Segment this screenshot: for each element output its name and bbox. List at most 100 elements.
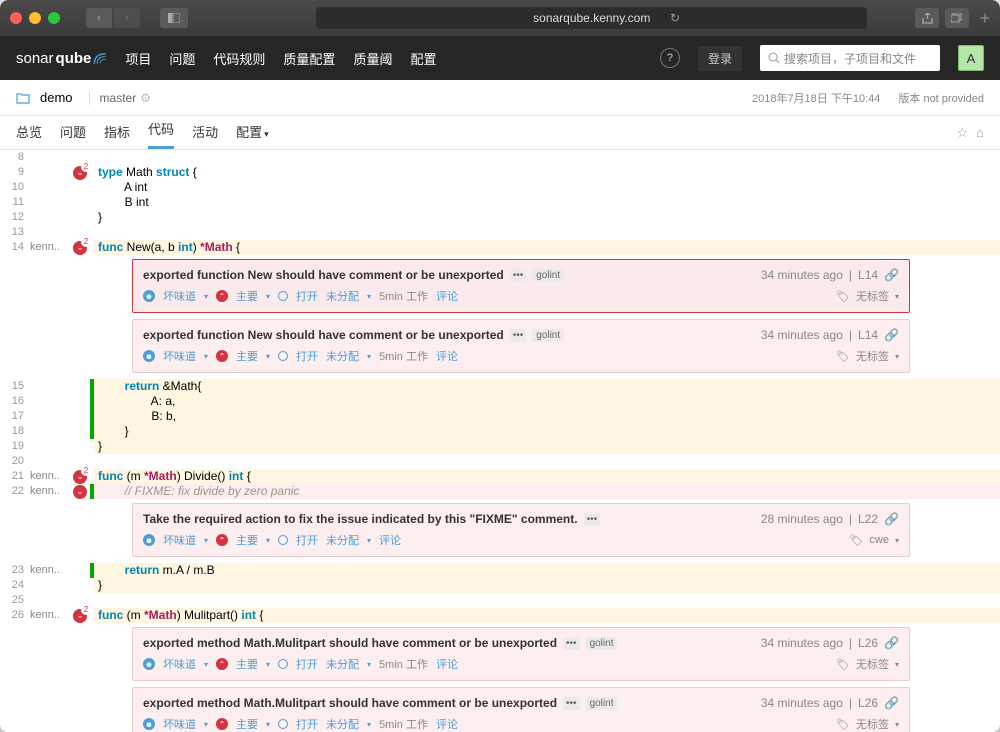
issue-menu-icon[interactable]: •••: [563, 697, 580, 710]
code-smell-icon: ☻: [143, 718, 155, 730]
issue-menu-icon[interactable]: •••: [510, 269, 527, 282]
line-number: 8: [0, 150, 30, 165]
blame-author: kenn..: [30, 469, 70, 484]
tags-icon: 🏷: [849, 534, 863, 547]
url-bar[interactable]: sonarqube.kenny.com ↻: [316, 7, 867, 29]
line-number: 15: [0, 379, 30, 394]
code-line: // FIXME: fix divide by zero panic: [94, 484, 1000, 499]
issue-comments[interactable]: 评论: [436, 288, 458, 304]
nav-forward[interactable]: ›: [114, 8, 140, 28]
issue-assignee[interactable]: 未分配: [326, 288, 359, 304]
nav-issues[interactable]: 问题: [169, 49, 195, 68]
issue-severity[interactable]: 主要: [236, 288, 258, 304]
line-number: 10: [0, 180, 30, 195]
browser-titlebar: ‹ › sonarqube.kenny.com ↻ +: [0, 0, 1000, 36]
issue-rule[interactable]: golint: [586, 697, 618, 710]
url-text: sonarqube.kenny.com: [533, 11, 650, 25]
nav-profiles[interactable]: 质量配置: [283, 49, 335, 68]
issue-menu-icon[interactable]: •••: [584, 513, 601, 526]
line-number: 16: [0, 394, 30, 409]
code-line: }: [94, 424, 1000, 439]
tab-admin[interactable]: 配置▾: [236, 122, 269, 149]
line-number: 23: [0, 563, 30, 578]
nav-gates[interactable]: 质量阈: [353, 49, 392, 68]
window-close[interactable]: [10, 12, 22, 24]
nav-back[interactable]: ‹: [86, 8, 112, 28]
login-button[interactable]: 登录: [698, 46, 742, 71]
tab-activity[interactable]: 活动: [192, 122, 218, 149]
issue-tags[interactable]: 无标签: [856, 288, 889, 304]
branch-settings-icon[interactable]: ⚙: [140, 91, 151, 105]
issue-menu-icon[interactable]: •••: [510, 329, 527, 342]
issue-marker-icon[interactable]: ⌄2: [73, 470, 87, 484]
global-search[interactable]: 搜索项目，子项目和文件: [760, 45, 940, 71]
issue-rule[interactable]: golint: [532, 269, 564, 282]
app-topnav: sonarqube 项目 问题 代码规则 质量配置 质量阈 配置 ? 登录 搜索…: [0, 36, 1000, 80]
search-placeholder: 搜索项目，子项目和文件: [784, 50, 916, 67]
permalink-icon[interactable]: 🔗: [884, 512, 899, 526]
share-icon[interactable]: [915, 8, 939, 28]
issue-title: exported method Math.Mulitpart should ha…: [143, 636, 557, 650]
nav-projects[interactable]: 项目: [125, 49, 151, 68]
permalink-icon[interactable]: 🔗: [884, 328, 899, 342]
project-name[interactable]: demo: [40, 90, 73, 105]
permalink-icon[interactable]: 🔗: [884, 636, 899, 650]
issue-block[interactable]: exported method Math.Mulitpart should ha…: [132, 627, 910, 681]
nav-rules[interactable]: 代码规则: [213, 49, 265, 68]
tab-overview-icon[interactable]: [160, 8, 188, 28]
issue-marker-icon[interactable]: ⌄2: [73, 241, 87, 255]
tags-icon: 🏷: [836, 290, 850, 303]
project-tabs: 总览 问题 指标 代码 活动 配置▾ ☆ ⌂: [0, 116, 1000, 150]
issue-block[interactable]: exported function New should have commen…: [132, 319, 910, 373]
new-tab[interactable]: +: [979, 8, 990, 29]
issue-status[interactable]: 打开: [296, 288, 318, 304]
code-line: [94, 454, 1000, 469]
code-line: func (m *Math) Divide() int {: [94, 469, 1000, 484]
line-number: 24: [0, 578, 30, 593]
issue-marker-icon[interactable]: ⌄2: [73, 609, 87, 623]
help-icon[interactable]: ?: [660, 48, 680, 68]
issue-type[interactable]: 坏味道: [163, 288, 196, 304]
user-avatar[interactable]: A: [958, 45, 984, 71]
code-line: }: [94, 439, 1000, 454]
blame-author: kenn..: [30, 608, 70, 623]
blame-author: kenn..: [30, 240, 70, 255]
issue-block[interactable]: Take the required action to fix the issu…: [132, 503, 910, 557]
project-bar: demo master ⚙ 2018年7月18日 下午10:44 版本 not …: [0, 80, 1000, 116]
issue-block[interactable]: exported function New should have commen…: [132, 259, 910, 313]
code-smell-icon: ☻: [143, 350, 155, 362]
issue-block[interactable]: exported method Math.Mulitpart should ha…: [132, 687, 910, 732]
code-line: }: [94, 578, 1000, 593]
window-minimize[interactable]: [29, 12, 41, 24]
issue-title: Take the required action to fix the issu…: [143, 512, 578, 526]
issue-rule[interactable]: golint: [532, 329, 564, 342]
issue-marker-icon[interactable]: ⌄2: [73, 166, 87, 180]
tab-code[interactable]: 代码: [148, 119, 174, 149]
window-maximize[interactable]: [48, 12, 60, 24]
tabs-icon[interactable]: [945, 8, 969, 28]
favorite-icon[interactable]: ☆: [956, 125, 968, 141]
tab-measures[interactable]: 指标: [104, 122, 130, 149]
line-number: 9: [0, 165, 30, 180]
tab-overview[interactable]: 总览: [16, 122, 42, 149]
line-number: 25: [0, 593, 30, 608]
version-label: 版本 not provided: [898, 90, 984, 106]
code-line: [94, 593, 1000, 608]
nav-admin[interactable]: 配置: [410, 49, 436, 68]
issue-title: exported method Math.Mulitpart should ha…: [143, 696, 557, 710]
issue-menu-icon[interactable]: •••: [563, 637, 580, 650]
issue-rule[interactable]: golint: [586, 637, 618, 650]
line-number: 20: [0, 454, 30, 469]
logo[interactable]: sonarqube: [16, 50, 107, 67]
severity-icon: ⌃: [216, 718, 228, 730]
code-line: func New(a, b int) *Math {: [94, 240, 1000, 255]
permalink-icon[interactable]: 🔗: [884, 268, 899, 282]
issue-marker-icon[interactable]: ⌄: [73, 485, 87, 499]
issue-title: exported function New should have commen…: [143, 328, 504, 342]
tab-issues[interactable]: 问题: [60, 122, 86, 149]
branch-selector[interactable]: master ⚙: [89, 91, 151, 105]
home-icon[interactable]: ⌂: [976, 125, 984, 141]
code-line: A int: [94, 180, 1000, 195]
permalink-icon[interactable]: 🔗: [884, 696, 899, 710]
line-number: 13: [0, 225, 30, 240]
